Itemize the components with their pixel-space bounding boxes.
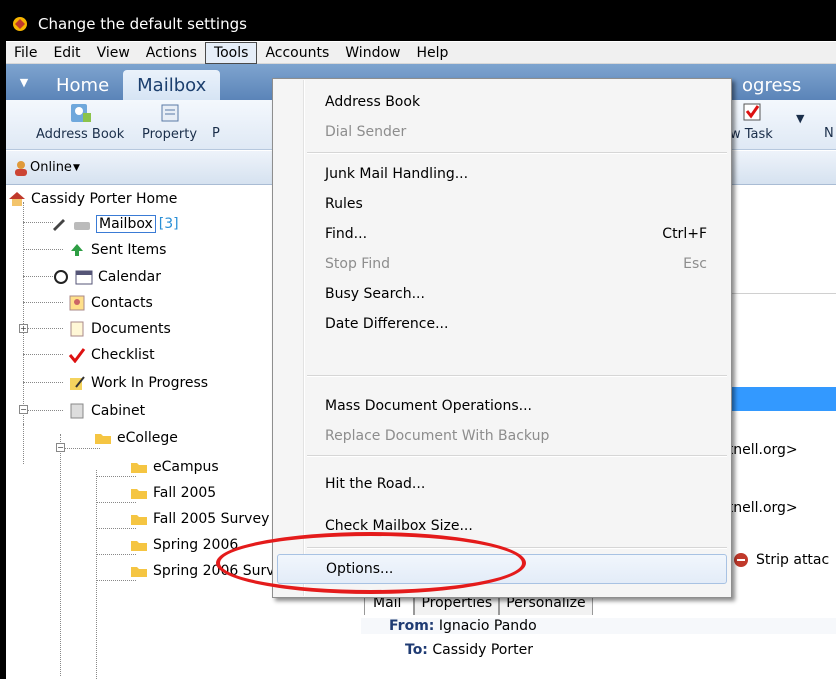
menu-view[interactable]: View bbox=[89, 42, 138, 64]
menu-item-find[interactable]: Find... Ctrl+F bbox=[325, 219, 707, 249]
cabinet-icon bbox=[70, 403, 84, 419]
ecollege-expander[interactable]: − bbox=[56, 443, 65, 452]
online-chevron-icon[interactable]: ▼ bbox=[73, 163, 80, 173]
address-book-button[interactable]: Address Book bbox=[36, 102, 124, 142]
find-shortcut: Ctrl+F bbox=[662, 226, 707, 242]
tree-item-home[interactable]: Cassidy Porter Home bbox=[8, 188, 177, 210]
property-icon bbox=[161, 104, 178, 122]
toolbar-more-icon[interactable]: ▼ bbox=[796, 112, 804, 125]
menu-file[interactable]: File bbox=[6, 42, 45, 64]
tree-item-sent-items[interactable]: Sent Items bbox=[68, 239, 166, 261]
from-value: Ignacio Pando bbox=[438, 618, 537, 634]
menu-item-junk-mail[interactable]: Junk Mail Handling... bbox=[325, 159, 707, 189]
checklist-icon bbox=[68, 348, 86, 363]
tree-item-contacts[interactable]: Contacts bbox=[68, 292, 153, 314]
tree-item-ecampus[interactable]: eCampus bbox=[130, 456, 219, 478]
documents-expander[interactable]: + bbox=[19, 324, 28, 333]
toolbar-n-button[interactable]: N bbox=[824, 126, 834, 141]
title-bar: Change the default settings bbox=[6, 6, 836, 41]
folder-icon bbox=[95, 434, 111, 444]
new-task-button[interactable]: w Task bbox=[730, 102, 773, 142]
to-label: To: bbox=[405, 642, 428, 658]
online-status-icon bbox=[15, 160, 27, 176]
callout-oval bbox=[216, 532, 526, 594]
to-value: Cassidy Porter bbox=[432, 642, 533, 658]
address-book-icon bbox=[71, 104, 92, 122]
tree-item-checklist[interactable]: Checklist bbox=[68, 344, 155, 366]
tab-dropdown-icon[interactable]: ▼ bbox=[6, 64, 42, 100]
app-window: Change the default settings File Edit Vi… bbox=[6, 6, 836, 679]
sender-email-2: rtnell.org> bbox=[722, 500, 798, 516]
menu-tools[interactable]: Tools bbox=[204, 41, 258, 64]
alarm-icon bbox=[54, 270, 68, 284]
tree-item-fall-2005-survey[interactable]: Fall 2005 Survey bbox=[130, 508, 269, 530]
app-logo-icon bbox=[13, 16, 27, 31]
menu-item-date-difference[interactable]: Date Difference... bbox=[325, 309, 707, 339]
menu-item-dial-sender: Dial Sender bbox=[325, 124, 407, 140]
mailbox-icon bbox=[74, 222, 90, 230]
pen-icon bbox=[53, 219, 65, 231]
mailbox-unread-count: [3] bbox=[158, 216, 179, 232]
from-label: From: bbox=[389, 618, 435, 634]
tree-item-mailbox[interactable]: Mailbox [3] bbox=[50, 213, 179, 235]
from-row: From: Ignacio Pando bbox=[361, 618, 836, 634]
menu-bar: File Edit View Actions Tools Accounts Wi… bbox=[6, 41, 836, 64]
sent-items-icon bbox=[71, 244, 83, 256]
toolbar-p-button[interactable]: P bbox=[212, 126, 220, 141]
menu-help[interactable]: Help bbox=[408, 42, 456, 64]
tree-item-spring-2006[interactable]: Spring 2006 bbox=[130, 534, 238, 556]
menu-item-busy-search[interactable]: Busy Search... bbox=[325, 279, 707, 309]
tab-work-in-progress[interactable]: ogress bbox=[728, 70, 815, 100]
to-row: To: Cassidy Porter bbox=[361, 642, 836, 658]
folder-icon bbox=[131, 567, 147, 577]
menu-item-replace-document: Replace Document With Backup bbox=[325, 428, 550, 444]
home-icon bbox=[9, 192, 25, 206]
tab-home[interactable]: Home bbox=[42, 70, 123, 100]
cabinet-expander[interactable]: − bbox=[19, 405, 28, 414]
menu-item-address-book[interactable]: Address Book bbox=[325, 87, 707, 117]
property-button[interactable]: Property bbox=[142, 102, 197, 142]
menu-item-rules[interactable]: Rules bbox=[325, 189, 707, 219]
menu-item-hit-the-road[interactable]: Hit the Road... bbox=[325, 469, 707, 499]
calendar-icon bbox=[75, 270, 93, 285]
menu-window[interactable]: Window bbox=[337, 42, 408, 64]
sender-email-1: rtnell.org> bbox=[722, 442, 798, 458]
tree-item-fall-2005[interactable]: Fall 2005 bbox=[130, 482, 216, 504]
tab-mailbox[interactable]: Mailbox bbox=[123, 70, 221, 100]
stop-find-shortcut: Esc bbox=[683, 256, 707, 272]
selected-message-row[interactable] bbox=[726, 387, 836, 411]
folder-icon bbox=[131, 463, 147, 473]
tools-menu: Address Book Dial Sender Junk Mail Handl… bbox=[272, 78, 732, 598]
menu-actions[interactable]: Actions bbox=[138, 42, 205, 64]
tree-item-cabinet[interactable]: Cabinet bbox=[68, 400, 145, 422]
documents-icon bbox=[70, 321, 84, 337]
contacts-icon bbox=[69, 295, 85, 311]
folder-icon bbox=[131, 541, 147, 551]
task-checkbox-icon bbox=[743, 103, 761, 121]
window-title: Change the default settings bbox=[38, 14, 247, 33]
menu-edit[interactable]: Edit bbox=[45, 42, 88, 64]
online-dropdown[interactable]: Online bbox=[30, 160, 72, 175]
menu-item-mass-document[interactable]: Mass Document Operations... bbox=[325, 391, 707, 421]
menu-item-stop-find: Stop Find Esc bbox=[325, 249, 707, 279]
work-in-progress-icon bbox=[70, 376, 85, 390]
tree-item-documents[interactable]: Documents bbox=[68, 318, 171, 340]
tree-item-ecollege[interactable]: eCollege bbox=[94, 427, 178, 449]
tree-item-calendar[interactable]: Calendar bbox=[52, 266, 161, 288]
folder-icon bbox=[131, 515, 147, 525]
menu-accounts[interactable]: Accounts bbox=[257, 42, 337, 64]
strip-attachment-icon bbox=[734, 553, 748, 567]
folder-icon bbox=[131, 489, 147, 499]
strip-attachments-button[interactable]: Strip attac bbox=[732, 551, 829, 569]
tree-item-work-in-progress[interactable]: Work In Progress bbox=[68, 372, 208, 394]
